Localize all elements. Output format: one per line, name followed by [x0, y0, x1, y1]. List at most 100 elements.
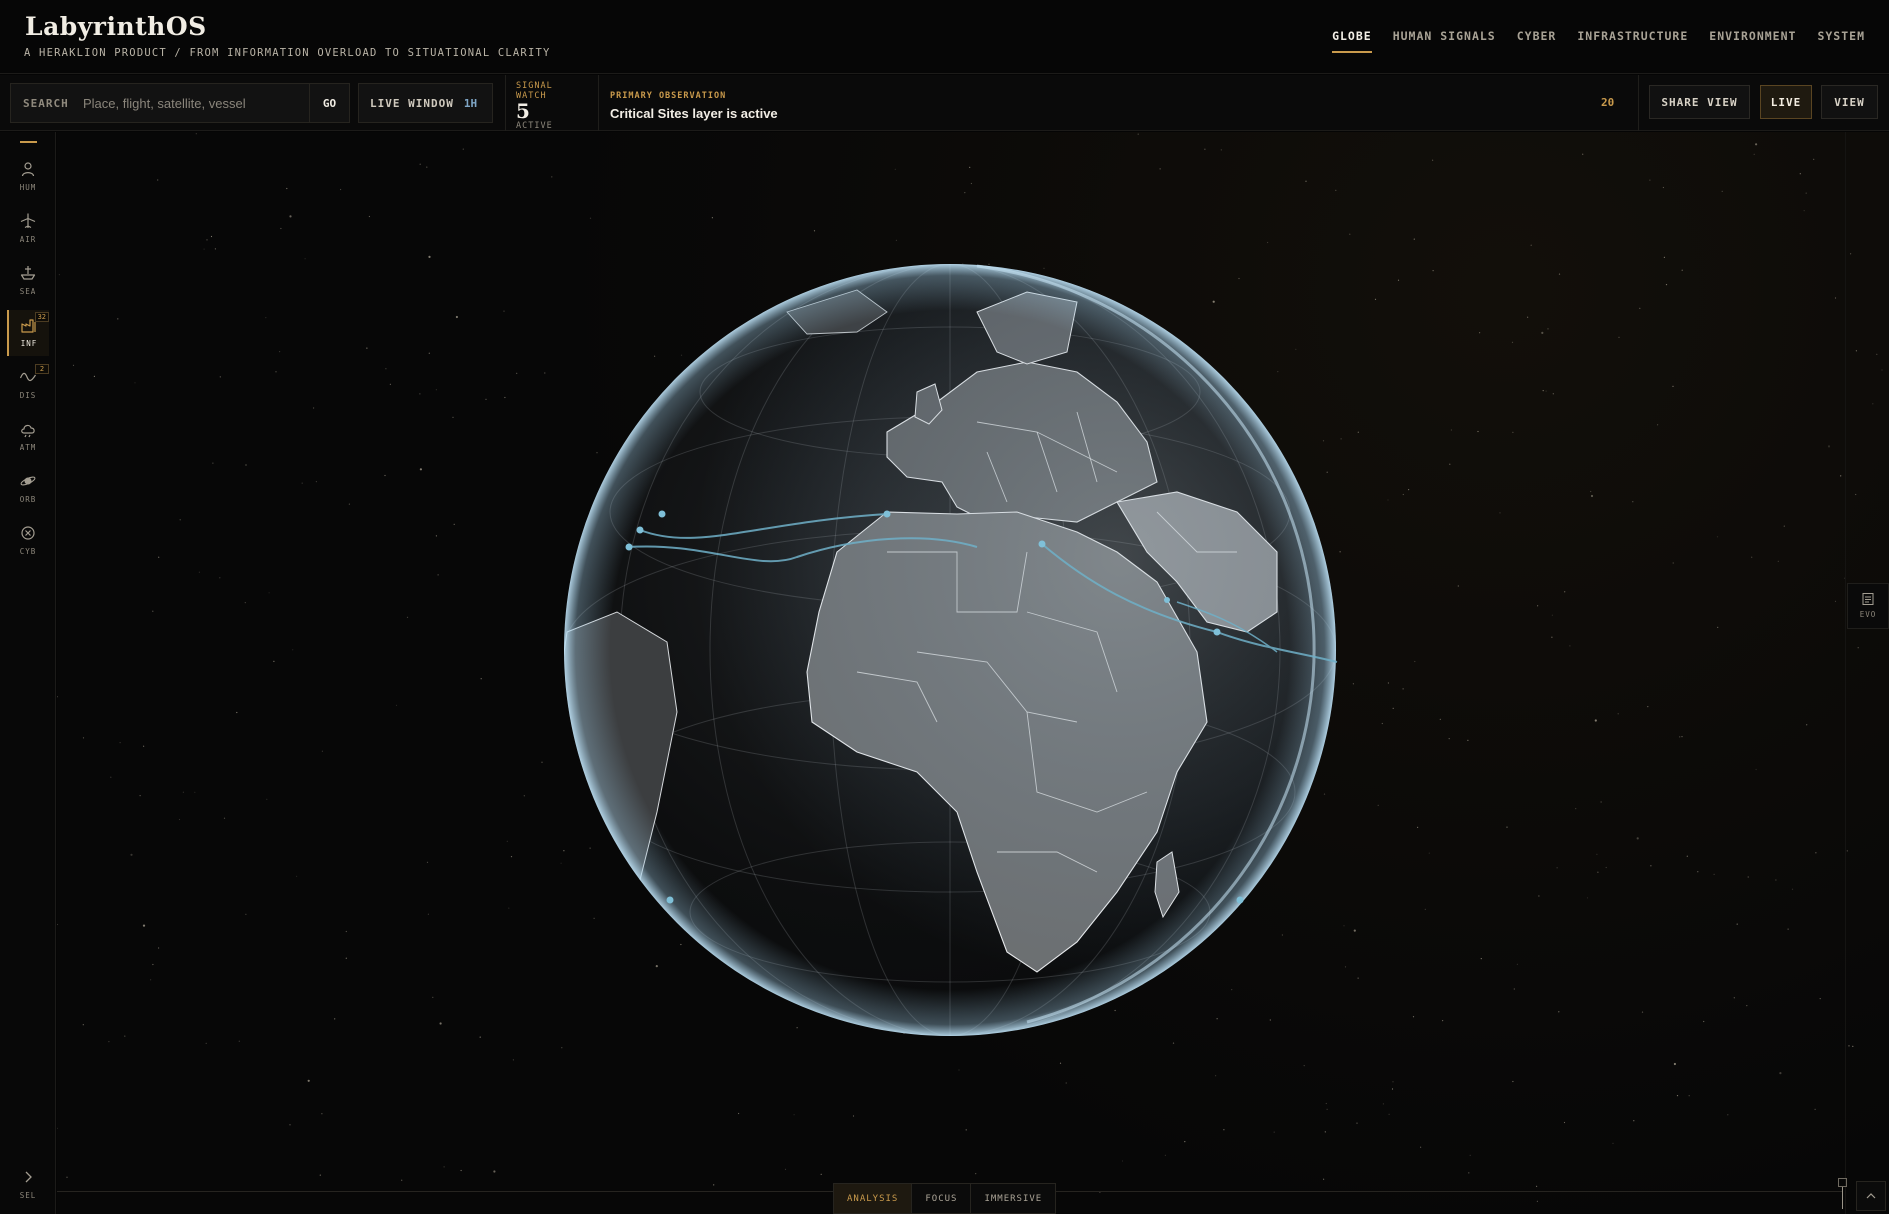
star: [366, 347, 368, 349]
star: [1267, 241, 1269, 244]
share-view-button[interactable]: SHARE VIEW: [1649, 85, 1750, 119]
star: [1617, 713, 1619, 715]
star: [1590, 494, 1594, 498]
star: [1688, 1095, 1690, 1097]
star: [895, 239, 898, 241]
star: [340, 188, 342, 191]
star: [1639, 307, 1641, 309]
primary-observation[interactable]: PRIMARY OBSERVATION Critical Sites layer…: [610, 91, 778, 121]
document-icon: [1862, 593, 1874, 605]
layer-button-air[interactable]: AIR: [7, 206, 49, 252]
star: [1542, 390, 1544, 392]
globe[interactable]: [557, 252, 1357, 1052]
layer-button-atm[interactable]: ATM: [7, 414, 49, 460]
layer-button-sea[interactable]: SEA: [7, 258, 49, 304]
star: [1220, 149, 1222, 151]
star: [1059, 1062, 1062, 1064]
ship-icon: [20, 266, 36, 280]
nav-item-environment[interactable]: ENVIRONMENT: [1709, 29, 1796, 53]
star: [108, 1041, 110, 1043]
star: [1530, 244, 1532, 246]
star: [301, 482, 303, 484]
nav-item-human-signals[interactable]: HUMAN SIGNALS: [1393, 29, 1496, 53]
star: [1448, 738, 1450, 740]
mode-tab-immersive[interactable]: IMMERSIVE: [971, 1184, 1055, 1213]
timeline-marker[interactable]: [1838, 1178, 1847, 1187]
star: [139, 795, 141, 797]
signal-watch[interactable]: SIGNAL WATCH 5 ACTIVE: [505, 75, 599, 131]
star: [1672, 385, 1674, 387]
star: [395, 704, 398, 707]
star: [1633, 1120, 1635, 1122]
go-button[interactable]: GO: [309, 84, 349, 122]
signal-watch-count: 5: [516, 99, 530, 123]
star: [1650, 865, 1652, 867]
live-button[interactable]: LIVE: [1760, 85, 1812, 119]
search-label: SEARCH: [23, 96, 69, 110]
star: [1388, 1113, 1390, 1115]
layer-button-hum[interactable]: HUM: [7, 154, 49, 200]
star: [1065, 1082, 1067, 1084]
star: [970, 182, 973, 185]
star: [1673, 1062, 1676, 1066]
star: [1536, 1185, 1538, 1187]
star: [1564, 591, 1566, 593]
star: [1137, 133, 1139, 135]
layer-button-cyb[interactable]: CYB: [7, 518, 49, 564]
nav-item-system[interactable]: SYSTEM: [1817, 29, 1865, 53]
star: [304, 258, 306, 260]
star: [1876, 353, 1878, 355]
star: [443, 1166, 445, 1168]
star: [1325, 1102, 1327, 1105]
star: [1681, 269, 1683, 271]
star: [1432, 270, 1434, 272]
star: [1414, 660, 1416, 663]
collapse-up-button[interactable]: [1856, 1181, 1886, 1211]
star: [1596, 853, 1598, 855]
chevron-up-icon: [1866, 1193, 1876, 1199]
star: [296, 875, 298, 877]
star: [1408, 489, 1410, 491]
layer-button-orb[interactable]: ORB: [7, 466, 49, 512]
star: [419, 393, 421, 395]
star: [124, 1035, 126, 1037]
nav-item-globe[interactable]: GLOBE: [1332, 29, 1372, 53]
star: [1511, 341, 1514, 343]
star: [1594, 719, 1597, 722]
star: [965, 1129, 967, 1131]
star: [1391, 1088, 1394, 1090]
star: [280, 227, 282, 230]
globe-viewport[interactable]: [57, 132, 1889, 1214]
star: [315, 481, 317, 483]
star: [516, 372, 518, 374]
live-window-selector[interactable]: LIVE WINDOW 1H: [358, 83, 493, 123]
layer-button-inf[interactable]: INF 32: [7, 310, 49, 356]
star: [265, 317, 267, 319]
star: [426, 861, 429, 863]
nav-item-infrastructure[interactable]: INFRASTRUCTURE: [1577, 29, 1688, 53]
star: [1516, 963, 1518, 965]
star: [1397, 279, 1400, 281]
star: [1636, 837, 1639, 840]
layer-count-badge: 32: [34, 312, 49, 322]
evo-panel-button[interactable]: EVO: [1847, 583, 1889, 629]
nav-item-cyber[interactable]: CYBER: [1517, 29, 1557, 53]
star: [541, 761, 543, 763]
star: [245, 913, 247, 915]
star: [1480, 958, 1482, 960]
star: [479, 1036, 481, 1038]
star: [345, 957, 347, 959]
layer-button-dis[interactable]: DIS 2: [7, 362, 49, 408]
star: [1303, 1065, 1305, 1067]
star: [1442, 1020, 1444, 1022]
search-input[interactable]: [83, 84, 309, 122]
mode-tab-analysis[interactable]: ANALYSIS: [834, 1184, 913, 1213]
star: [1850, 253, 1852, 255]
rail-expand-button[interactable]: SEL: [7, 1162, 49, 1208]
view-button[interactable]: VIEW: [1821, 85, 1878, 119]
star: [1387, 499, 1389, 501]
star: [544, 372, 546, 374]
mode-tab-focus[interactable]: FOCUS: [912, 1184, 972, 1213]
star: [158, 947, 160, 949]
star: [1552, 393, 1554, 395]
